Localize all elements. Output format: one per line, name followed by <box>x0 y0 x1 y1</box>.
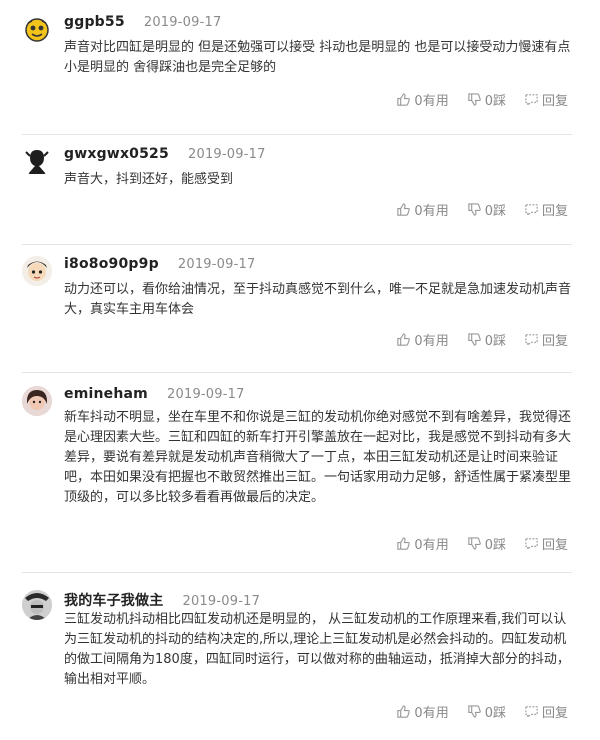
comment-actions: 0有用 0踩 回复 <box>396 534 568 553</box>
thumb-down-icon <box>468 705 481 718</box>
comment-item: gwxgwx0525 2019-09-17 声音大，抖到还好，能感受到 0有用 … <box>0 146 600 246</box>
thumb-down-icon <box>468 333 481 346</box>
like-button[interactable]: 0有用 <box>396 330 449 349</box>
dislike-button[interactable]: 0踩 <box>467 702 506 721</box>
divider <box>22 572 572 573</box>
reply-button[interactable]: 回复 <box>524 90 568 109</box>
comment-text: 三缸发动机抖动相比四缸发动机还是明显的， 从三缸发动机的工作原理来看,我们可以认… <box>64 612 570 687</box>
comment-date: 2019-09-17 <box>167 387 245 402</box>
comment-text: 声音大，抖到还好，能感受到 <box>64 172 234 187</box>
like-label: 0有用 <box>414 538 449 553</box>
avatar[interactable] <box>22 386 52 416</box>
thumb-up-icon <box>397 537 411 550</box>
reply-label: 回复 <box>541 706 568 721</box>
dislike-button[interactable]: 0踩 <box>467 90 506 109</box>
reply-icon <box>525 538 538 551</box>
divider <box>22 372 572 373</box>
avatar-photo-icon <box>22 386 52 416</box>
username[interactable]: emineham <box>64 386 148 402</box>
dislike-button[interactable]: 0踩 <box>467 534 506 553</box>
username[interactable]: i8o8o90p9p <box>64 256 159 272</box>
reply-label: 回复 <box>541 94 568 109</box>
like-label: 0有用 <box>414 706 449 721</box>
like-button[interactable]: 0有用 <box>396 534 449 553</box>
like-button[interactable]: 0有用 <box>396 702 449 721</box>
avatar[interactable] <box>22 590 52 620</box>
dislike-label: 0踩 <box>484 538 506 553</box>
avatar[interactable] <box>22 14 52 44</box>
thumb-down-icon <box>468 203 481 216</box>
comment-actions: 0有用 0踩 回复 <box>396 330 568 349</box>
comment-item: i8o8o90p9p 2019-09-17 动力还可以，看你给油情况，至于抖动真… <box>0 256 600 374</box>
dislike-label: 0踩 <box>484 204 506 219</box>
comment-item: 我的车子我做主 2019-09-17 三缸发动机抖动相比四缸发动机还是明显的， … <box>0 590 600 730</box>
comment-list: ggpb55 2019-09-17 声音对比四缸是明显的 但是还勉强可以接受 抖… <box>0 0 600 740</box>
comment-author[interactable]: i8o8o90p9p 2019-09-17 <box>64 256 255 272</box>
comment-text: 声音对比四缸是明显的 但是还勉强可以接受 抖动也是明显的 也是可以接受动力慢速有… <box>64 40 571 75</box>
like-label: 0有用 <box>414 334 449 349</box>
reply-button[interactable]: 回复 <box>524 534 568 553</box>
comment-date: 2019-09-17 <box>177 257 256 272</box>
username[interactable]: ggpb55 <box>64 14 125 30</box>
reply-icon <box>525 204 538 217</box>
thumb-down-icon <box>468 537 481 550</box>
avatar-photo-icon <box>22 590 52 620</box>
dislike-label: 0踩 <box>484 706 506 721</box>
reply-label: 回复 <box>541 334 568 349</box>
comment-author[interactable]: ggpb55 2019-09-17 <box>64 14 221 30</box>
reply-icon <box>525 334 538 347</box>
comment-author[interactable]: emineham 2019-09-17 <box>64 386 245 402</box>
divider <box>22 134 572 135</box>
comment-text: 动力还可以，看你给油情况，至于抖动真感觉不到什么，唯一不足就是急加速发动机声音大… <box>64 282 572 317</box>
comment-author[interactable]: 我的车子我做主 2019-09-17 <box>64 590 260 610</box>
like-button[interactable]: 0有用 <box>396 90 449 109</box>
comment-actions: 0有用 0踩 回复 <box>396 90 568 109</box>
thumb-up-icon <box>397 203 411 216</box>
comment-text: 新车抖动不明显，坐在车里不和你说是三缸的发动机你绝对感觉不到有啥差异，我觉得还是… <box>64 410 572 505</box>
avatar-silhouette-icon <box>25 150 49 174</box>
comment-item: emineham 2019-09-17 新车抖动不明显，坐在车里不和你说是三缸的… <box>0 386 600 573</box>
username[interactable]: gwxgwx0525 <box>64 146 169 162</box>
avatar-emoji-icon <box>25 18 49 42</box>
reply-label: 回复 <box>541 204 568 219</box>
dislike-label: 0踩 <box>484 94 506 109</box>
like-label: 0有用 <box>414 94 449 109</box>
reply-icon <box>525 706 538 719</box>
divider <box>22 244 572 245</box>
comment-date: 2019-09-17 <box>188 147 266 162</box>
thumb-up-icon <box>397 93 411 106</box>
like-label: 0有用 <box>414 204 449 219</box>
dislike-button[interactable]: 0踩 <box>467 200 506 219</box>
dislike-button[interactable]: 0踩 <box>467 330 506 349</box>
comment-author[interactable]: gwxgwx0525 2019-09-17 <box>64 146 266 162</box>
reply-button[interactable]: 回复 <box>524 330 568 349</box>
reply-button[interactable]: 回复 <box>524 702 568 721</box>
reply-button[interactable]: 回复 <box>524 200 568 219</box>
reply-label: 回复 <box>541 538 568 553</box>
like-button[interactable]: 0有用 <box>396 200 449 219</box>
comment-item: ggpb55 2019-09-17 声音对比四缸是明显的 但是还勉强可以接受 抖… <box>0 14 600 135</box>
thumb-up-icon <box>397 705 411 718</box>
comment-date: 2019-09-17 <box>182 594 261 609</box>
comment-date: 2019-09-17 <box>143 15 222 30</box>
avatar[interactable] <box>22 256 52 286</box>
avatar[interactable] <box>22 146 52 176</box>
thumb-down-icon <box>468 93 481 106</box>
avatar-cartoon-face-icon <box>22 256 52 286</box>
thumb-up-icon <box>397 333 411 346</box>
reply-icon <box>525 94 538 107</box>
username[interactable]: 我的车子我做主 <box>64 593 163 609</box>
comment-actions: 0有用 0踩 回复 <box>396 702 568 721</box>
dislike-label: 0踩 <box>484 334 506 349</box>
comment-actions: 0有用 0踩 回复 <box>396 200 568 219</box>
